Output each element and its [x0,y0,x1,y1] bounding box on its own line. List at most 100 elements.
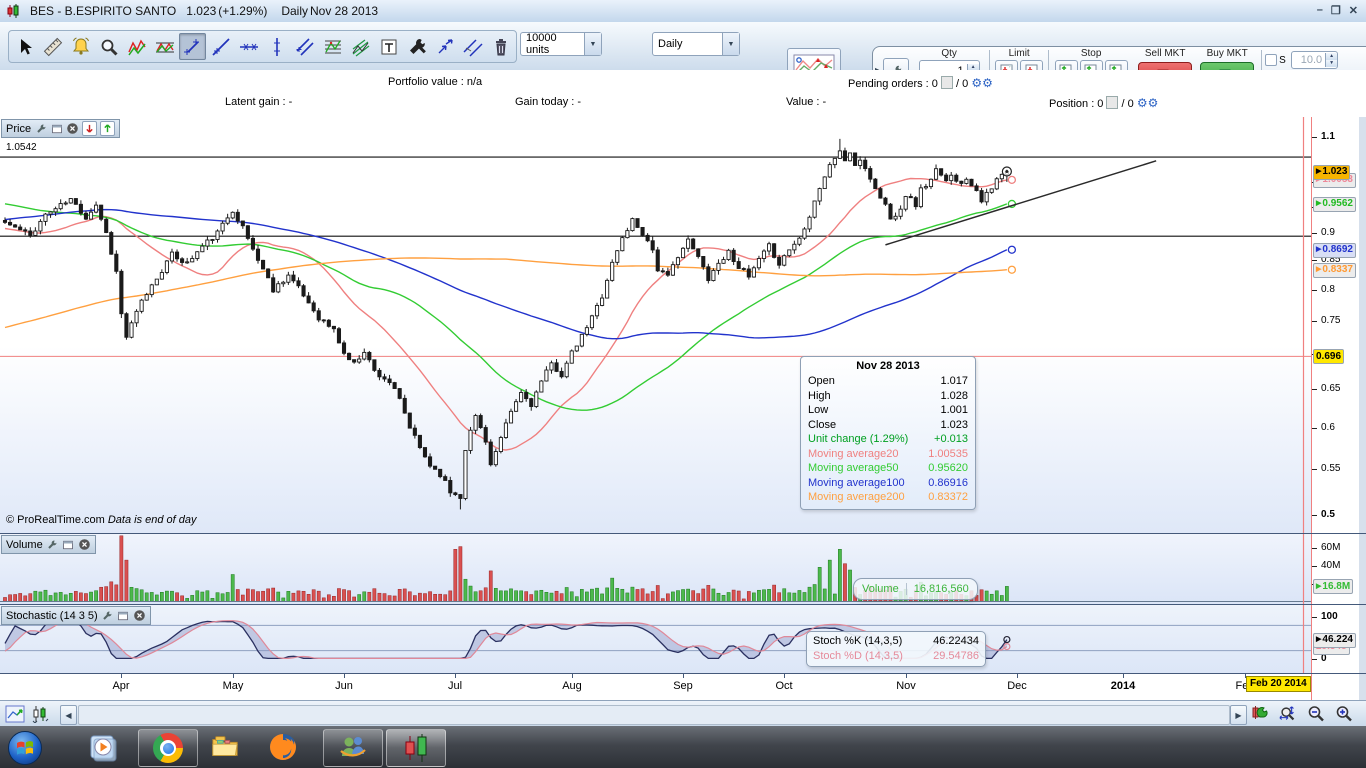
stoch-d-value: 29.54786 [933,649,979,664]
zoom-tool-icon[interactable] [95,33,122,60]
limit-label: Limit [1009,48,1030,60]
chart-settings-icon[interactable] [1251,704,1271,724]
zoom-out-icon[interactable] [1306,704,1326,724]
horizontal-scrollbar[interactable] [78,705,1230,725]
chrome-taskbar-button[interactable] [138,729,198,767]
pending-orders: Pending orders : 0 / 0 ⚙⚙ [848,76,993,90]
copyright-text: © ProRealTime.com [6,514,105,526]
latent-gain: Latent gain : - [225,96,292,108]
x-axis-month-label: May [223,680,244,692]
close-icon[interactable] [66,122,79,135]
windows-taskbar: PT ▲ 19:21 28-11-2013 [0,726,1366,768]
pending-orders-text: Pending orders : 0 [848,78,938,90]
trading-app-taskbar-button[interactable] [386,729,446,767]
axis-tick-label: 0.9 [1321,227,1335,238]
price-alert-icon[interactable] [67,33,94,60]
axis-tick-label: 0.5 [1321,509,1335,520]
pattern-recognition-icon[interactable] [123,33,150,60]
scroll-left-button[interactable]: ◀ [60,705,77,725]
panel-separator [0,533,1366,534]
arrow-down-icon[interactable] [82,121,97,136]
andrews-pitchfork-icon[interactable] [347,33,374,60]
wrench-icon[interactable] [101,609,114,622]
candlestick-icon [6,4,20,18]
spin-down-icon[interactable]: ▼ [1326,60,1337,67]
tooltip-row: Moving average1000.86916 [808,476,968,491]
delete-drawing-icon[interactable] [487,33,514,60]
axis-price-tag: ▶16.8M [1313,579,1353,594]
cursor-icon[interactable] [11,33,38,60]
parallel-lines-icon[interactable] [291,33,318,60]
tooltip-row: Open1.017 [808,374,968,389]
text-note-icon[interactable] [375,33,402,60]
trend-segment-icon[interactable] [179,33,206,60]
explorer-icon[interactable] [210,732,240,762]
vertical-scrollbar[interactable] [1358,117,1366,700]
s-label: S [1279,55,1289,66]
stoch-d-label: Stoch %D (14,3,5) [813,649,903,664]
close-button[interactable]: ✕ [1349,4,1358,17]
chevron-down-icon: ▼ [584,33,601,55]
free-arrows-icon[interactable] [431,33,458,60]
frame-icon[interactable] [50,122,63,135]
trend-line-icon[interactable] [207,33,234,60]
stochastic-panel-title: Stochastic (14 3 5) [6,610,98,622]
fibonacci-retracement-icon[interactable] [319,33,346,60]
mini-chart-icon[interactable] [5,704,25,724]
s-value: 10.0 [1292,54,1325,66]
stochastic-tooltip: Stoch %K (14,3,5)46.22434 Stoch %D (14,3… [806,631,986,667]
messenger-taskbar-button[interactable] [323,729,383,767]
channel-pattern-icon[interactable] [151,33,178,60]
drawing-tools-icon[interactable] [403,33,430,60]
start-button[interactable] [7,730,43,768]
wrench-icon[interactable] [34,122,47,135]
vertical-line-icon[interactable] [263,33,290,60]
stop-distance-stepper[interactable]: 10.0 ▲▼ [1291,51,1338,69]
title-bar[interactable]: BES - B.ESPIRITO SANTO 1.023 (+1.29%) Da… [0,0,1366,23]
firefox-icon[interactable] [268,732,298,762]
stop-label: Stop [1081,48,1102,60]
wrench-icon[interactable] [46,538,59,551]
frame-icon[interactable] [117,609,130,622]
arrow-up-icon[interactable] [100,121,115,136]
close-icon[interactable] [133,609,146,622]
minimize-button[interactable]: – [1317,4,1323,17]
position: Position : 0 / 0 ⚙⚙ [1049,96,1158,110]
axis-tick-label: 60M [1321,542,1340,553]
stochastic-panel-header: Stochastic (14 3 5) [1,606,151,625]
chrome-icon [153,733,183,763]
tooltip-row: Low1.001 [808,403,968,418]
stop-checkbox[interactable] [1265,54,1277,66]
position-list-icon[interactable] [1106,96,1118,109]
axis-tick-label: 0.8 [1321,284,1335,295]
axis-price-tag: ▶0.8692 [1313,243,1356,258]
media-player-icon[interactable] [88,732,118,762]
horizontal-line-icon[interactable] [235,33,262,60]
gear-icon[interactable]: ⚙⚙ [1137,96,1159,110]
pending-orders-count2: / 0 [956,78,968,90]
units-dropdown[interactable]: 10000 units ▼ [520,32,602,56]
price-change: (+1.29%) [218,4,267,18]
timeframe-dropdown[interactable]: Daily ▼ [652,32,740,56]
spin-up-icon[interactable]: ▲ [1326,53,1337,60]
price-axis[interactable]: 1.110.950.90.850.80.750.70.650.60.550.56… [1311,117,1359,700]
volume-panel-header: Volume [1,535,96,554]
price-chart-area[interactable] [0,117,1311,673]
ruler-icon[interactable] [39,33,66,60]
buy-mkt-label: Buy MKT [1207,48,1248,60]
data-note: Data is end of day [108,514,197,526]
close-icon[interactable] [78,538,91,551]
date-title: Nov 28 2013 [310,4,378,18]
volume-tooltip: Volume 16,816,560 [853,578,978,600]
time-axis[interactable]: AprMayJunJulAugSepOctNovDec2014Feb [0,673,1311,700]
scroll-right-button[interactable]: ▶ [1230,705,1247,725]
gear-icon[interactable]: ⚙⚙ [971,76,993,90]
candles-adjust-icon[interactable] [30,704,50,724]
zoom-fit-icon[interactable] [1278,704,1298,724]
parallel-channel-icon[interactable] [459,33,486,60]
orders-list-icon[interactable] [941,76,953,89]
axis-tick-label: 40M [1321,560,1340,571]
restore-button[interactable]: ❐ [1331,4,1341,17]
zoom-in-icon[interactable] [1334,704,1354,724]
frame-icon[interactable] [62,538,75,551]
